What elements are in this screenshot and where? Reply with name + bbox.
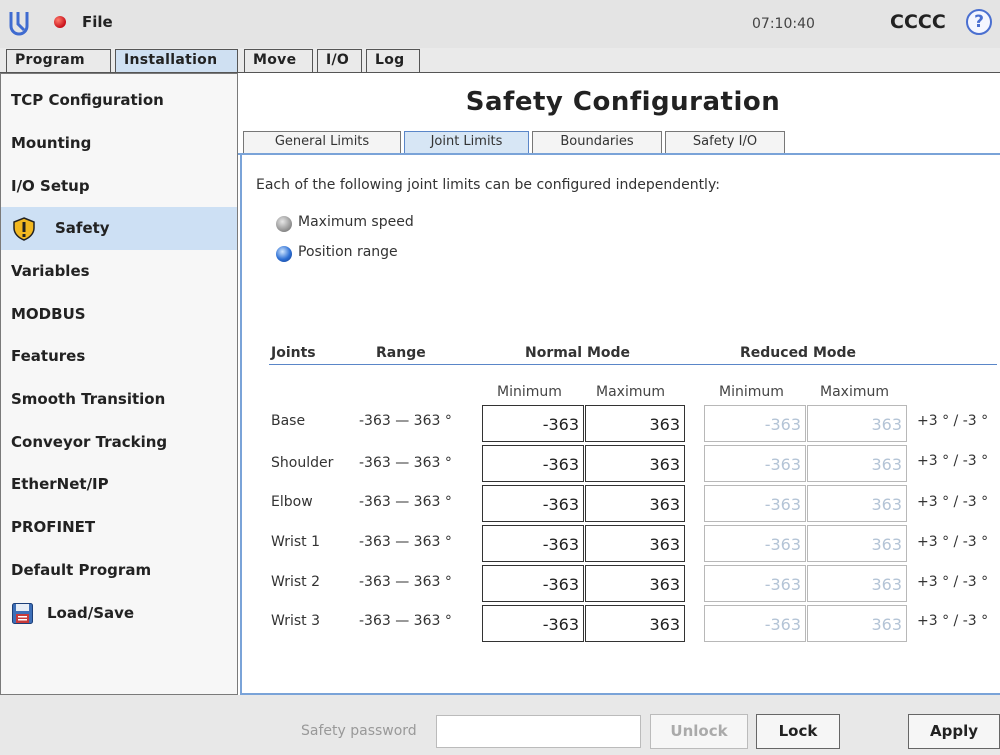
maximum-speed-radio[interactable]: [276, 216, 292, 232]
sidebar-item-default-program[interactable]: Default Program: [1, 549, 237, 592]
wrist-2-reduced-min-field[interactable]: -363: [704, 565, 806, 602]
tab-installation[interactable]: Installation: [115, 49, 238, 72]
joint-name-wrist-2: Wrist 2: [271, 574, 320, 590]
wrist-1-normal-min-field[interactable]: -363: [482, 525, 584, 562]
normal-mode-header: Normal Mode: [525, 345, 631, 361]
apply-button[interactable]: Apply: [908, 714, 1000, 749]
safety-password-label: Safety password: [301, 723, 417, 739]
tab-boundaries[interactable]: Boundaries: [532, 131, 662, 153]
base-tolerance: +3 ° / -3 °: [917, 413, 989, 429]
elbow-reduced-min-field[interactable]: -363: [704, 485, 806, 522]
sidebar-item-profinet[interactable]: PROFINET: [1, 506, 237, 549]
page-title: Safety Configuration: [465, 87, 781, 117]
wrist-2-normal-max-field[interactable]: 363: [585, 565, 685, 602]
joint-name-elbow: Elbow: [271, 494, 313, 510]
joint-name-wrist-1: Wrist 1: [271, 534, 320, 550]
floppy-disk-icon: [12, 603, 33, 624]
wrist-3-reduced-max-field[interactable]: 363: [807, 605, 907, 642]
wrist-3-normal-max-field[interactable]: 363: [585, 605, 685, 642]
tab-io[interactable]: I/O: [317, 49, 362, 72]
sidebar-item-safety[interactable]: Safety: [1, 207, 237, 250]
wrist-1-tolerance: +3 ° / -3 °: [917, 534, 989, 550]
joint-range-wrist-2: -363 — 363 °: [359, 574, 452, 590]
warning-shield-icon: [13, 217, 35, 241]
normal-maximum-header: Maximum: [596, 384, 665, 400]
base-reduced-max-field[interactable]: 363: [807, 405, 907, 442]
elbow-normal-max-field[interactable]: 363: [585, 485, 685, 522]
sidebar-item-modbus[interactable]: MODBUS: [1, 293, 237, 336]
header-underline: [269, 364, 997, 365]
shoulder-reduced-max-field[interactable]: 363: [807, 445, 907, 482]
tab-joint-limits[interactable]: Joint Limits: [404, 131, 529, 153]
lock-button[interactable]: Lock: [756, 714, 840, 749]
wrist-1-reduced-min-field[interactable]: -363: [704, 525, 806, 562]
safety-configuration-panel: Safety Configuration General Limits Join…: [238, 73, 1000, 695]
joint-range-wrist-1: -363 — 363 °: [359, 534, 452, 550]
ur-logo-icon: [9, 12, 29, 36]
wrist-2-reduced-max-field[interactable]: 363: [807, 565, 907, 602]
joint-name-base: Base: [271, 413, 306, 429]
wrist-3-normal-min-field[interactable]: -363: [482, 605, 584, 642]
tab-safety-io[interactable]: Safety I/O: [665, 131, 785, 153]
base-normal-max-field[interactable]: 363: [585, 405, 685, 442]
maximum-speed-label[interactable]: Maximum speed: [298, 214, 414, 230]
shoulder-normal-min-field[interactable]: -363: [482, 445, 584, 482]
tab-general-limits[interactable]: General Limits: [243, 131, 401, 153]
sidebar-item-conveyor-tracking[interactable]: Conveyor Tracking: [1, 421, 237, 464]
sidebar-item-ethernet-ip[interactable]: EtherNet/IP: [1, 463, 237, 506]
sidebar-item-tcp-configuration[interactable]: TCP Configuration: [1, 79, 237, 122]
tab-move[interactable]: Move: [244, 49, 313, 72]
joint-name-wrist-3: Wrist 3: [271, 613, 320, 629]
safety-password-field[interactable]: [436, 715, 641, 748]
clock: 07:10:40: [752, 16, 815, 32]
robot-name: CCCC: [890, 11, 946, 33]
help-icon[interactable]: ?: [966, 9, 992, 35]
joint-range-base: -363 — 363 °: [359, 413, 452, 429]
wrist-1-reduced-max-field[interactable]: 363: [807, 525, 907, 562]
shoulder-reduced-min-field[interactable]: -363: [704, 445, 806, 482]
reduced-maximum-header: Maximum: [820, 384, 889, 400]
wrist-2-tolerance: +3 ° / -3 °: [917, 574, 989, 590]
sidebar-item-mounting[interactable]: Mounting: [1, 122, 237, 165]
joint-range-elbow: -363 — 363 °: [359, 494, 452, 510]
reduced-mode-header: Reduced Mode: [740, 345, 857, 361]
normal-minimum-header: Minimum: [497, 384, 562, 400]
sidebar-item-io-setup[interactable]: I/O Setup: [1, 165, 237, 208]
sidebar-item-variables[interactable]: Variables: [1, 250, 237, 293]
joint-limits-description: Each of the following joint limits can b…: [256, 177, 720, 193]
record-indicator-icon: [54, 16, 66, 28]
sidebar-item-features[interactable]: Features: [1, 335, 237, 378]
sidebar-item-smooth-transition[interactable]: Smooth Transition: [1, 378, 237, 421]
unlock-button[interactable]: Unlock: [650, 714, 748, 749]
joint-range-wrist-3: -363 — 363 °: [359, 613, 452, 629]
base-reduced-min-field[interactable]: -363: [704, 405, 806, 442]
elbow-tolerance: +3 ° / -3 °: [917, 494, 989, 510]
bottom-bar: Safety password Unlock Lock Apply: [0, 695, 1000, 755]
elbow-reduced-max-field[interactable]: 363: [807, 485, 907, 522]
elbow-normal-min-field[interactable]: -363: [482, 485, 584, 522]
joint-name-shoulder: Shoulder: [271, 455, 334, 471]
joints-column-header: Joints: [271, 345, 316, 361]
top-bar: File 07:10:40 CCCC ?: [0, 0, 1000, 48]
position-range-radio[interactable]: [276, 246, 292, 262]
joint-range-shoulder: -363 — 363 °: [359, 455, 452, 471]
shoulder-normal-max-field[interactable]: 363: [585, 445, 685, 482]
range-column-header: Range: [376, 345, 426, 361]
shoulder-tolerance: +3 ° / -3 °: [917, 453, 989, 469]
wrist-3-tolerance: +3 ° / -3 °: [917, 613, 989, 629]
tab-program[interactable]: Program: [6, 49, 111, 72]
reduced-minimum-header: Minimum: [719, 384, 784, 400]
file-menu[interactable]: File: [82, 13, 113, 31]
wrist-3-reduced-min-field[interactable]: -363: [704, 605, 806, 642]
sidebar-item-load-save[interactable]: Load/Save: [1, 592, 237, 635]
wrist-1-normal-max-field[interactable]: 363: [585, 525, 685, 562]
installation-sidebar: TCP Configuration Mounting I/O Setup Saf…: [0, 73, 238, 695]
position-range-label[interactable]: Position range: [298, 244, 398, 260]
tab-log[interactable]: Log: [366, 49, 420, 72]
base-normal-min-field[interactable]: -363: [482, 405, 584, 442]
wrist-2-normal-min-field[interactable]: -363: [482, 565, 584, 602]
